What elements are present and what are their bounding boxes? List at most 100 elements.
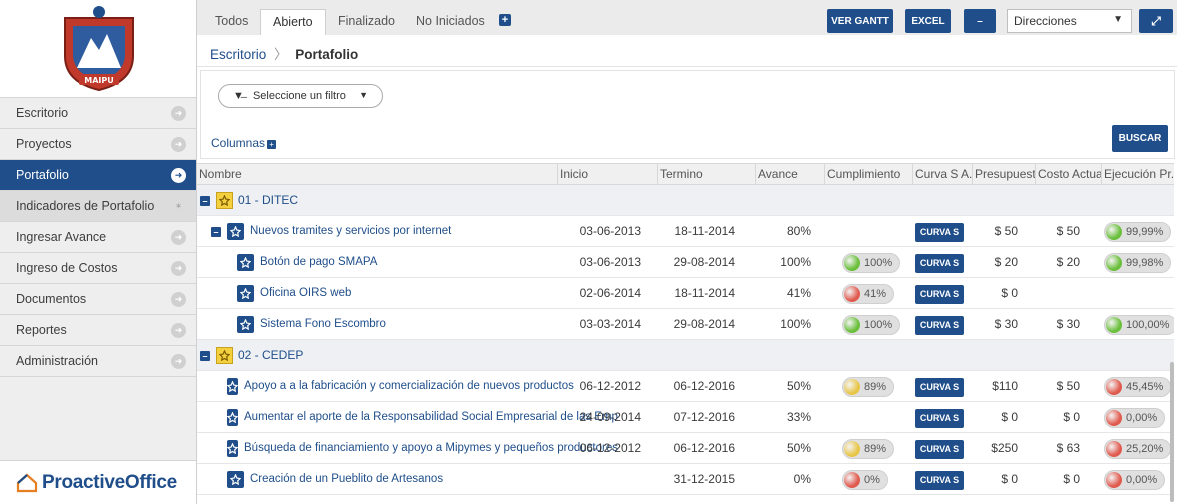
pill-value: 45,45%: [1126, 381, 1164, 393]
end-date: 18-11-2014: [674, 286, 736, 300]
compliance-badge: 0%: [842, 470, 888, 490]
table-row[interactable]: Aumentar el aporte de la Responsabilidad…: [197, 402, 1174, 433]
collapse-button[interactable]: –: [964, 9, 996, 33]
sidebar-item-portafolio[interactable]: Portafolio ➜: [0, 160, 196, 191]
column-header[interactable]: Nombre: [197, 164, 557, 185]
curva-s-button[interactable]: CURVA S: [915, 471, 964, 490]
group-row[interactable]: – 01 - DITEC: [197, 185, 1174, 216]
budget-value: $ 30: [994, 317, 1018, 331]
tab-no-iniciados[interactable]: No Iniciados: [404, 9, 497, 35]
execution-badge: 100,00%: [1104, 315, 1174, 335]
sidebar-item-reportes[interactable]: Reportes ➜: [0, 315, 196, 346]
compliance-badge: 41%: [842, 284, 895, 304]
pill-value: 100,00%: [1126, 319, 1170, 331]
sidebar-item-label: Reportes: [16, 323, 67, 337]
curva-s-button[interactable]: CURVA S: [915, 409, 964, 428]
row-name-link[interactable]: Apoyo a a la fabricación y comercializac…: [244, 371, 574, 402]
direcciones-select[interactable]: Direcciones ▼: [1007, 9, 1132, 33]
buscar-button[interactable]: BUSCAR: [1112, 125, 1168, 152]
tab-finalizado[interactable]: Finalizado: [326, 9, 407, 35]
curva-s-button[interactable]: CURVA S: [915, 223, 964, 242]
sidebar-item-ingresar-avance[interactable]: Ingresar Avance ➜: [0, 222, 196, 253]
table-row[interactable]: Sistema Fono Escombro 03-03-2014 29-08-201…: [197, 309, 1174, 340]
tab-todos[interactable]: Todos: [203, 9, 260, 35]
row-name-link[interactable]: Nuevos tramites y servicios por internet: [250, 216, 451, 247]
project-star-icon: [237, 316, 254, 333]
column-header[interactable]: Termino: [657, 164, 755, 185]
ver-gantt-button[interactable]: VER GANTT: [827, 9, 893, 33]
expand-button[interactable]: ⤢: [1139, 9, 1173, 33]
arrow-right-icon: ➜: [171, 229, 186, 245]
pill-value: 0,00%: [1126, 412, 1158, 424]
sidebar-item-label: Escritorio: [16, 106, 69, 120]
status-dot-icon: [844, 286, 860, 302]
curva-s-button[interactable]: CURVA S: [915, 316, 964, 335]
progress-value: 50%: [786, 379, 811, 393]
columnas-link[interactable]: Columnas +: [211, 136, 277, 150]
breadcrumb-root-link[interactable]: Escritorio: [210, 47, 266, 62]
row-name-link[interactable]: 02 - CEDEP: [238, 340, 303, 371]
pill-value: 0,00%: [1126, 474, 1158, 486]
curva-s-button[interactable]: CURVA S: [915, 378, 964, 397]
plus-icon: +: [267, 140, 277, 149]
pill-value: 100%: [864, 319, 893, 331]
excel-button[interactable]: EXCEL: [905, 9, 951, 33]
add-tab-button[interactable]: +: [499, 14, 511, 26]
vertical-scrollbar[interactable]: [1170, 362, 1174, 502]
pill-value: 0%: [864, 474, 880, 486]
table-row[interactable]: Búsqueda de financiamiento y apoyo a Mip…: [197, 433, 1174, 464]
municipality-crest-icon: MAIPU: [64, 6, 134, 92]
arrow-right-icon: ➜: [171, 167, 186, 183]
collapse-toggle-icon[interactable]: –: [211, 226, 221, 237]
row-name-link[interactable]: Botón de pago SMAPA: [260, 247, 377, 278]
filter-select[interactable]: ▼̶ Seleccione un filtro ▼: [218, 84, 383, 108]
table-row[interactable]: Creación de un Pueblito de Artesanos 31-1…: [197, 464, 1174, 495]
pill-value: 89%: [864, 443, 887, 455]
collapse-toggle-icon[interactable]: –: [200, 350, 210, 361]
grid-header: Nombre Inicio Termino Avance Cumplimiento Cur…: [197, 163, 1174, 185]
budget-value: $ 50: [994, 224, 1018, 238]
actual-cost-value: $ 0: [1063, 472, 1080, 486]
sidebar-item-administracion[interactable]: Administración ➜: [0, 346, 196, 377]
column-header[interactable]: Avance: [755, 164, 824, 185]
table-row[interactable]: – Nuevos tramites y servicios por interne…: [197, 216, 1174, 247]
column-header[interactable]: Costo Actual...: [1035, 164, 1101, 185]
arrow-right-icon: ➜: [171, 105, 186, 121]
table-row[interactable]: Oficina OIRS web 02-06-2014 18-11-2014 41% 4…: [197, 278, 1174, 309]
status-dot-icon: [1106, 317, 1122, 333]
column-header[interactable]: Curva S A...: [912, 164, 972, 185]
actual-cost-value: $ 63: [1056, 441, 1080, 455]
curva-s-button[interactable]: CURVA S: [915, 440, 964, 459]
column-header[interactable]: Inicio: [557, 164, 657, 185]
sidebar-item-ingreso-costos[interactable]: Ingreso de Costos ➜: [0, 253, 196, 284]
row-name-link[interactable]: Creación de un Pueblito de Artesanos: [250, 464, 443, 495]
pin-icon: ✶: [174, 200, 183, 211]
sidebar-item-label: Portafolio: [16, 168, 69, 182]
curva-s-button[interactable]: CURVA S: [915, 254, 964, 273]
tab-abierto[interactable]: Abierto: [260, 9, 326, 35]
budget-value: $250: [991, 441, 1018, 455]
sidebar-item-escritorio[interactable]: Escritorio ➜: [0, 98, 196, 129]
group-row[interactable]: – 02 - CEDEP: [197, 340, 1174, 371]
folder-star-icon: [216, 192, 233, 209]
sidebar-item-label: Ingresar Avance: [16, 230, 107, 244]
collapse-toggle-icon[interactable]: –: [200, 195, 210, 206]
column-header[interactable]: Presupuesto...: [972, 164, 1035, 185]
execution-badge: 99,98%: [1104, 253, 1172, 273]
table-row[interactable]: Botón de pago SMAPA 03-06-2013 29-08-2014 1…: [197, 247, 1174, 278]
sidebar-item-proyectos[interactable]: Proyectos ➜: [0, 129, 196, 160]
start-date: 03-03-2014: [579, 317, 641, 331]
start-date: 06-12-2012: [579, 441, 641, 455]
curva-s-button[interactable]: CURVA S: [915, 285, 964, 304]
row-name-link[interactable]: Sistema Fono Escombro: [260, 309, 386, 340]
row-name-link[interactable]: Oficina OIRS web: [260, 278, 351, 309]
table-row[interactable]: Apoyo a a la fabricación y comercializac…: [197, 371, 1174, 402]
status-dot-icon: [1106, 379, 1122, 395]
progress-value: 80%: [786, 224, 811, 238]
column-header[interactable]: Ejecución Pr...: [1101, 164, 1174, 185]
row-name-link[interactable]: 01 - DITEC: [238, 185, 298, 216]
budget-value: $ 0: [1001, 472, 1018, 486]
column-header[interactable]: Cumplimiento: [824, 164, 912, 185]
sidebar-item-documentos[interactable]: Documentos ➜: [0, 284, 196, 315]
sidebar-item-indicadores[interactable]: Indicadores de Portafolio ✶: [0, 191, 196, 222]
